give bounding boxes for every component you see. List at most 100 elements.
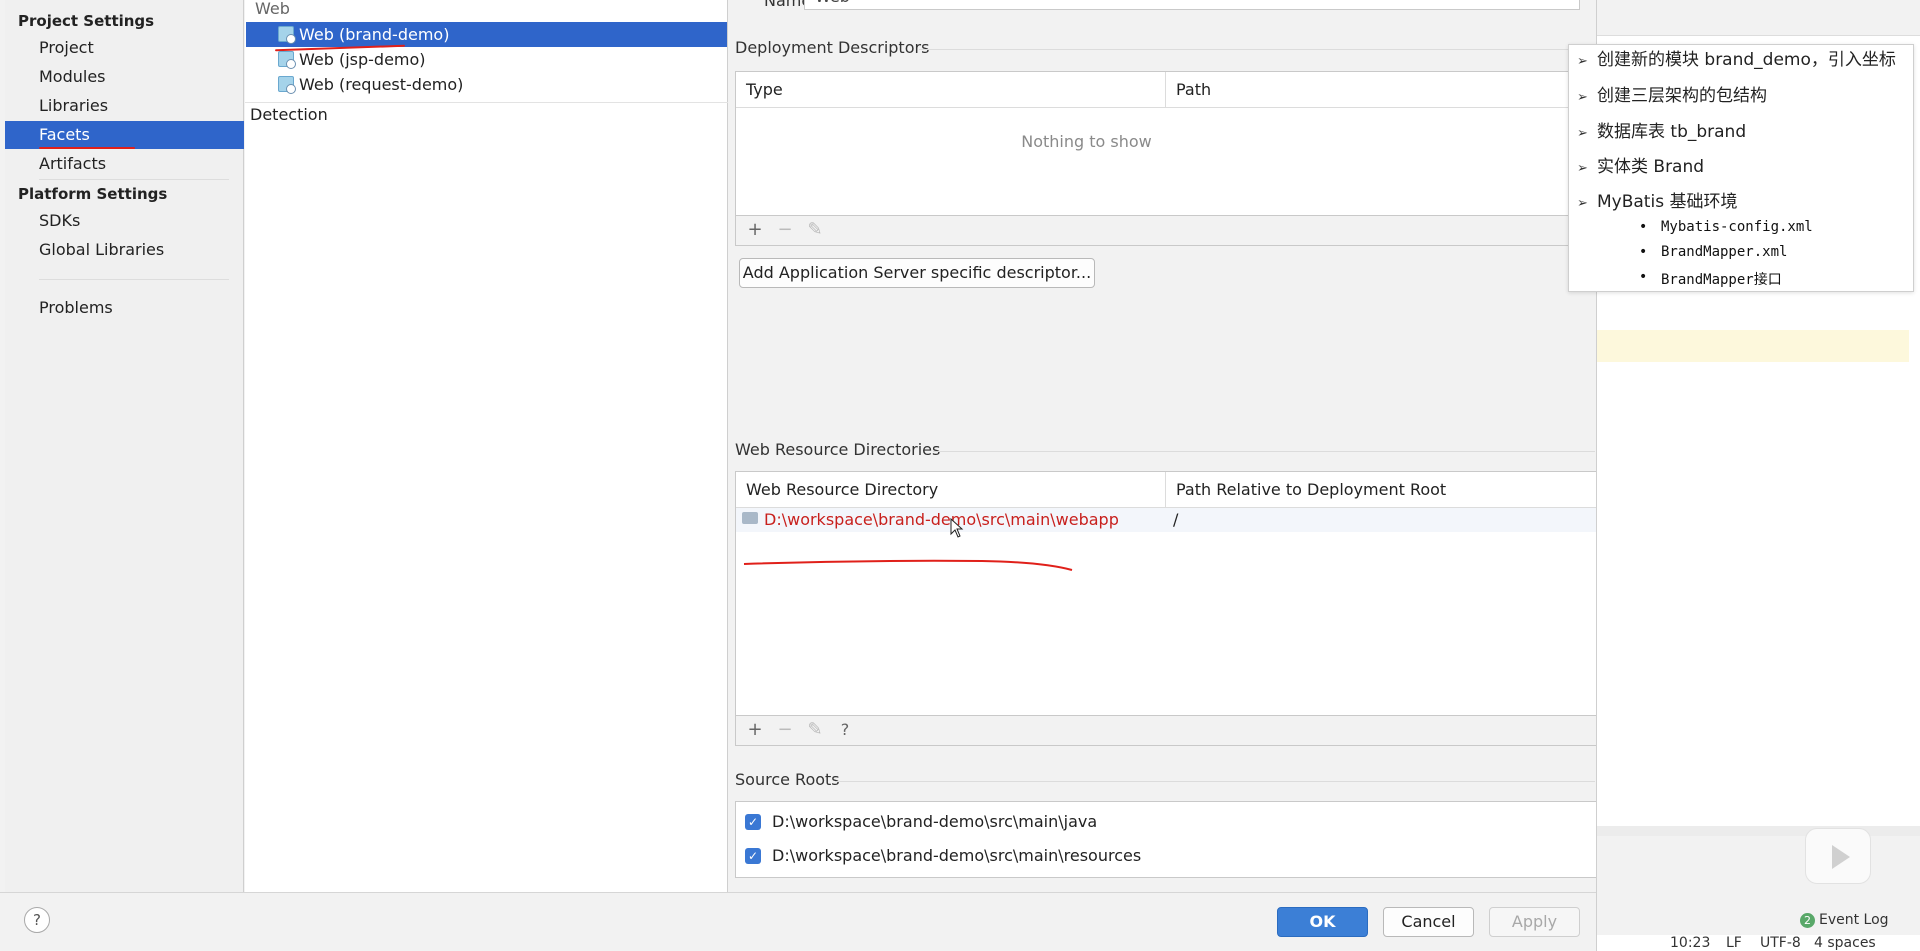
editor-tabs-bar — [1597, 0, 1920, 36]
arrow-icon: ➢ — [1577, 161, 1588, 176]
remove-icon[interactable]: − — [774, 219, 796, 241]
event-log-badge: 2 — [1800, 913, 1815, 928]
facets-annotation-underline — [39, 147, 135, 149]
sidebar-item-modules[interactable]: Modules — [5, 63, 244, 91]
status-bar: 10:23 LF UTF-8 4 spaces — [1596, 935, 1920, 951]
settings-sidebar: Project Settings Project Modules Librari… — [5, 0, 244, 892]
checkbox-checked[interactable]: ✓ — [745, 848, 761, 864]
annotation-stroke — [743, 559, 1073, 571]
column-header-path[interactable]: Path — [1166, 72, 1598, 108]
sidebar-item-project[interactable]: Project — [5, 34, 244, 62]
source-root-path: D:\workspace\brand-demo\src\main\resourc… — [772, 846, 1142, 865]
section-divider — [933, 451, 1595, 452]
ok-button[interactable]: OK — [1277, 907, 1368, 937]
web-resource-directories-toolbar: + − ✎ ? — [735, 716, 1597, 746]
name-field[interactable]: Web — [804, 0, 1580, 10]
tree-item-jsp-demo[interactable]: Web (jsp-demo) — [246, 47, 426, 72]
add-icon[interactable]: + — [744, 719, 766, 741]
tree-item-label: Web (request-demo) — [299, 75, 464, 94]
file-encoding[interactable]: UTF-8 — [1760, 935, 1801, 951]
arrow-icon: ➢ — [1577, 54, 1588, 69]
outline-item-text: 创建新的模块 brand_demo，引入坐标 — [1597, 50, 1896, 70]
outline-subitem: Mybatis-config.xml — [1639, 219, 1813, 235]
tree-item-label: Web (brand-demo) — [299, 25, 450, 44]
arrow-icon: ➢ — [1577, 126, 1588, 141]
outline-item: ➢ 数据库表 tb_brand — [1577, 117, 1746, 142]
source-roots-list: ✓ D:\workspace\brand-demo\src\main\java … — [735, 801, 1597, 878]
outline-item: ➢ 创建新的模块 brand_demo，引入坐标 — [1577, 45, 1896, 70]
outline-item: ➢ 创建三层架构的包结构 — [1577, 81, 1767, 106]
arrow-icon: ➢ — [1577, 90, 1588, 105]
path-cell: / — [1173, 510, 1179, 529]
web-resource-directories-table[interactable]: Web Resource Directory Path Relative to … — [735, 471, 1598, 716]
web-facet-icon — [278, 26, 296, 44]
add-server-descriptor-button[interactable]: Add Application Server specific descript… — [739, 258, 1095, 288]
sidebar-separator — [39, 279, 229, 280]
outline-item: ➢ MyBatis 基础环境 — [1577, 187, 1737, 212]
deployment-descriptors-toolbar: + − ✎ — [735, 216, 1597, 246]
tree-item-brand-demo[interactable]: Web (brand-demo) — [246, 22, 727, 47]
edit-icon[interactable]: ✎ — [804, 719, 826, 741]
caret-position[interactable]: 10:23 — [1670, 935, 1710, 951]
list-item[interactable]: ✓ D:\workspace\brand-demo\src\main\resou… — [736, 844, 1598, 868]
web-facet-icon — [278, 51, 296, 69]
project-structure-dialog: Project Settings Project Modules Librari… — [0, 0, 1920, 951]
folder-icon — [742, 512, 758, 524]
column-header-type[interactable]: Type — [736, 72, 1166, 108]
tree-item-request-demo[interactable]: Web (request-demo) — [246, 72, 463, 97]
facets-tree: Web Web (brand-demo) Web (jsp-demo) Web … — [245, 0, 728, 892]
sidebar-separator — [39, 179, 229, 180]
list-item[interactable]: ✓ D:\workspace\brand-demo\src\main\java — [736, 810, 1598, 834]
mouse-cursor-icon — [950, 518, 964, 538]
source-root-path: D:\workspace\brand-demo\src\main\java — [772, 812, 1098, 831]
play-button[interactable] — [1805, 828, 1871, 884]
help-button[interactable]: ? — [24, 907, 50, 933]
dialog-footer: ? OK Cancel Apply — [0, 892, 1596, 951]
arrow-icon: ➢ — [1577, 196, 1588, 211]
section-divider — [835, 781, 1595, 782]
outline-item: ➢ 实体类 Brand — [1577, 152, 1704, 177]
outline-subitem: BrandMapper接口 — [1639, 269, 1782, 289]
outline-item-text: 实体类 Brand — [1597, 157, 1705, 177]
sidebar-item-sdks[interactable]: SDKs — [5, 207, 244, 235]
apply-button[interactable]: Apply — [1489, 907, 1580, 937]
section-divider — [919, 49, 1595, 50]
add-icon[interactable]: + — [744, 219, 766, 241]
outline-overlay: ➢ 创建新的模块 brand_demo，引入坐标 ➢ 创建三层架构的包结构 ➢ 数据库… — [1568, 44, 1914, 292]
sidebar-item-problems[interactable]: Problems — [5, 294, 244, 322]
column-header-web-resource-directory[interactable]: Web Resource Directory — [736, 472, 1166, 508]
web-facet-icon — [278, 76, 296, 94]
column-header-path-relative[interactable]: Path Relative to Deployment Root — [1166, 472, 1598, 508]
tree-item-detection[interactable]: Detection — [250, 102, 328, 127]
web-resource-directories-title: Web Resource Directories — [735, 440, 941, 459]
table-row[interactable]: D:\workspace\brand-demo\src\main\webapp … — [736, 508, 1598, 532]
play-icon — [1832, 845, 1850, 869]
deployment-descriptors-title: Deployment Descriptors — [735, 38, 930, 57]
sidebar-item-global-libraries[interactable]: Global Libraries — [5, 236, 244, 264]
platform-settings-header: Platform Settings — [18, 185, 168, 203]
remove-icon[interactable]: − — [774, 719, 796, 741]
event-log-button[interactable]: 2 Event Log — [1800, 912, 1889, 928]
outline-item-text: 数据库表 tb_brand — [1597, 122, 1747, 142]
deployment-descriptors-table[interactable]: Type Path Nothing to show — [735, 71, 1598, 216]
outline-item-text: 创建三层架构的包结构 — [1597, 86, 1767, 106]
sidebar-item-facets[interactable]: Facets — [5, 121, 244, 149]
checkbox-checked[interactable]: ✓ — [745, 814, 761, 830]
source-roots-title: Source Roots — [735, 770, 840, 789]
edit-icon[interactable]: ✎ — [804, 219, 826, 241]
outline-subitem: BrandMapper.xml — [1639, 244, 1788, 260]
tree-item-label: Web (jsp-demo) — [299, 50, 426, 69]
help-icon[interactable]: ? — [834, 719, 856, 741]
outline-item-text: MyBatis 基础环境 — [1597, 192, 1738, 212]
current-line-highlight — [1597, 330, 1909, 362]
cancel-button[interactable]: Cancel — [1383, 907, 1474, 937]
event-log-label: Event Log — [1819, 912, 1889, 928]
sidebar-item-libraries[interactable]: Libraries — [5, 92, 244, 120]
project-settings-header: Project Settings — [18, 12, 155, 30]
tree-root-web[interactable]: Web — [255, 0, 290, 21]
line-separator[interactable]: LF — [1726, 935, 1742, 951]
sidebar-item-artifacts[interactable]: Artifacts — [5, 150, 244, 178]
directory-cell: D:\workspace\brand-demo\src\main\webapp — [764, 510, 1119, 529]
empty-table-text: Nothing to show — [1021, 132, 1152, 151]
indent-setting[interactable]: 4 spaces — [1814, 935, 1876, 951]
